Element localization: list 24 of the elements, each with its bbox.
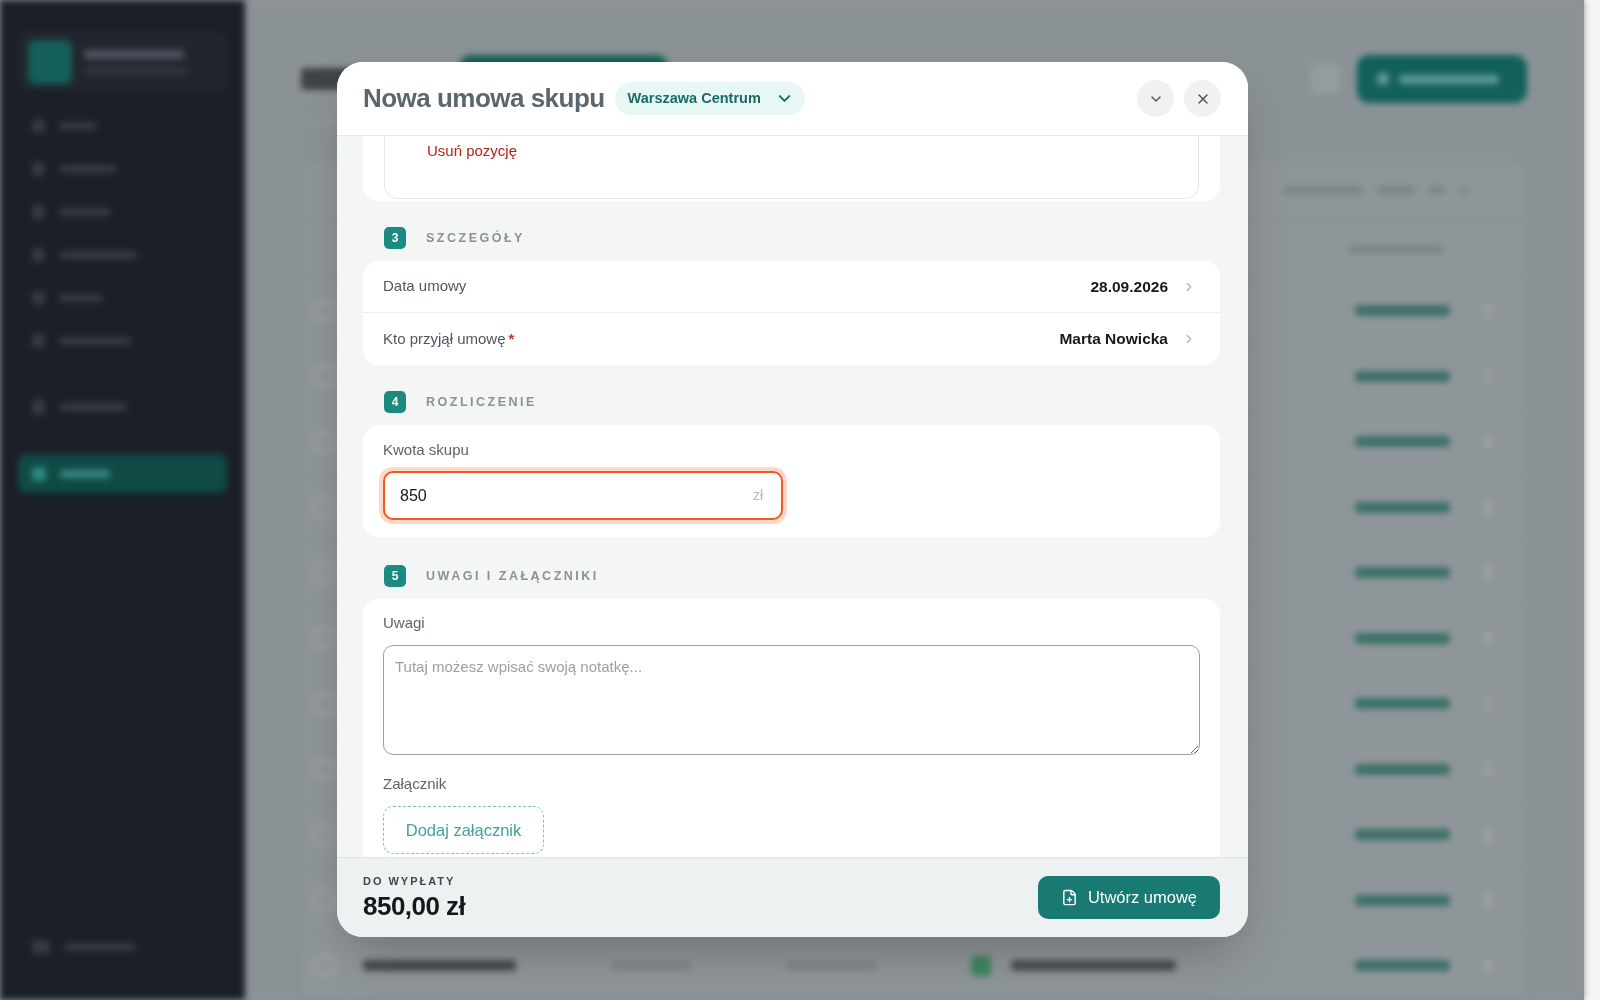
field-label: Kto przyjął umowę * [383,328,515,349]
step-number: 4 [384,391,406,413]
total-label: DO WYPŁATY [363,874,456,890]
create-contract-button[interactable]: Utwórz umowę [1038,876,1220,919]
field-label: Data umowy [383,276,467,297]
close-button[interactable] [1184,80,1221,117]
field-value[interactable]: Marta Nowicka [1059,327,1168,351]
collapse-button[interactable] [1137,80,1174,117]
remove-item-link[interactable]: Usuń pozycję [427,140,518,163]
section-title: SZCZEGÓŁY [426,229,525,247]
notes-field[interactable]: Tutaj możesz wpisać swoją notatkę... [383,645,1200,755]
total-amount: 850,00 zł [363,889,466,922]
field-label: Kwota skupu [383,440,469,460]
dialog-title: Nowa umowa skupu [363,82,605,115]
file-plus-icon [1060,889,1078,906]
field-label: Załącznik [383,774,447,794]
location-dropdown[interactable]: Warszawa Centrum [614,82,805,115]
section-title: ROZLICZENIE [426,393,537,411]
section-title: UWAGI I ZAŁĄCZNIKI [426,567,599,585]
field-label: Uwagi [383,613,425,633]
step-number: 3 [384,227,406,249]
currency-suffix: zł [752,486,763,504]
step-number: 5 [384,565,406,587]
field-value[interactable]: 28.09.2026 [1090,274,1168,299]
